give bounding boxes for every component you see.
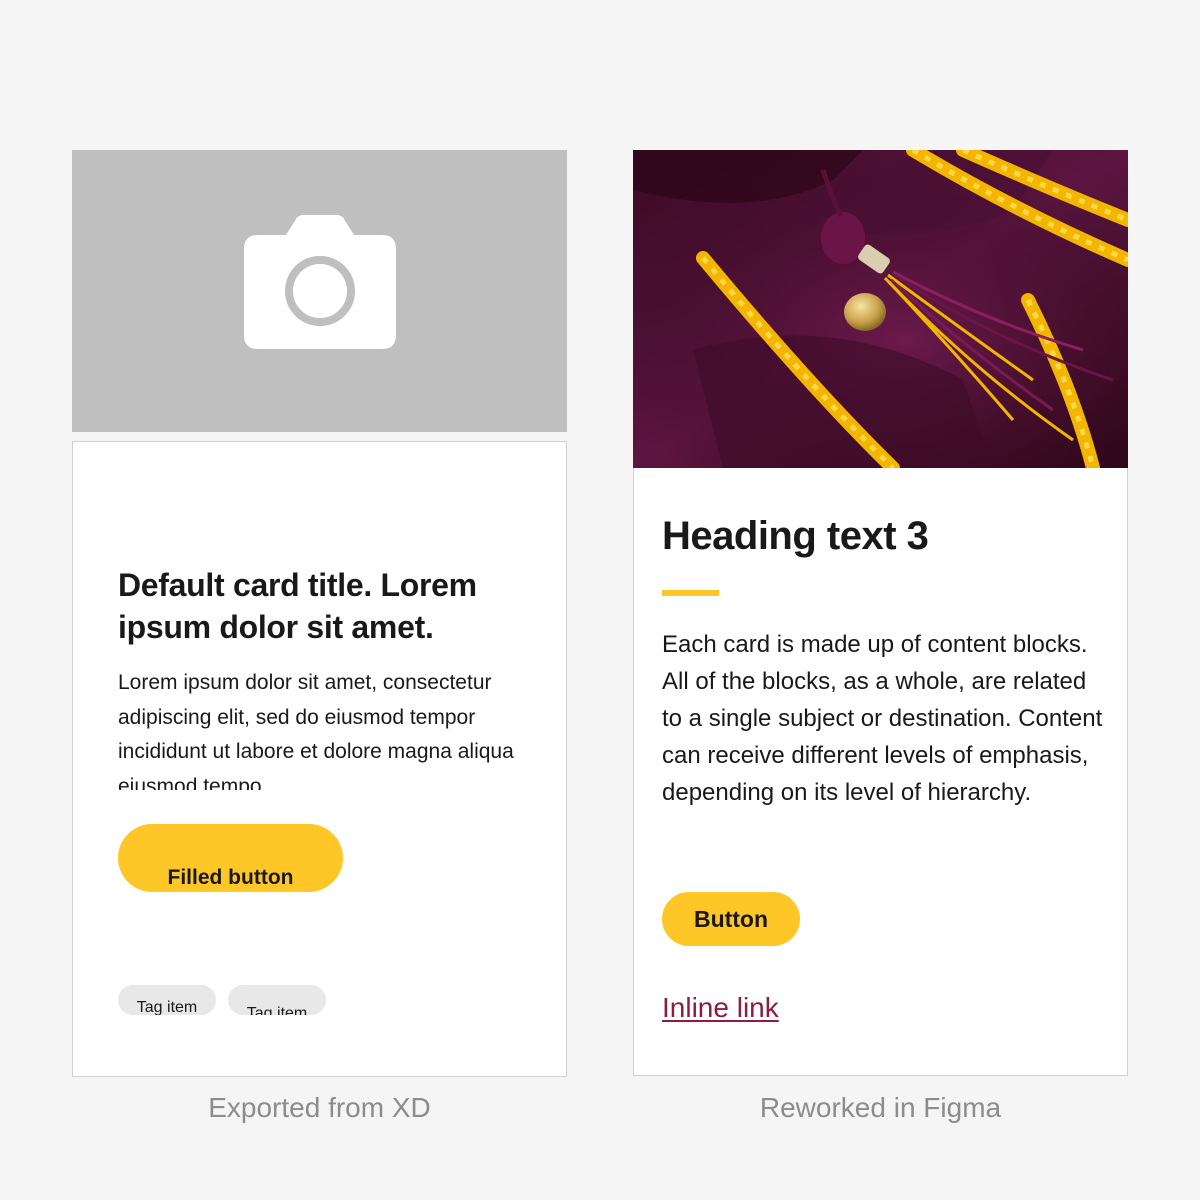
card-body-text: Lorem ipsum dolor sit amet, consectetur … <box>118 671 514 790</box>
primary-button[interactable]: Button <box>662 892 800 946</box>
graduation-tassel-image <box>633 150 1128 468</box>
card-title: Default card title. Lorem ipsum dolor si… <box>118 567 477 645</box>
card-image-placeholder <box>72 150 567 432</box>
default-card: Default card title. Lorem ipsum dolor si… <box>72 441 567 1077</box>
filled-button[interactable]: Filled button <box>118 824 343 892</box>
filled-button-label: Filled button <box>167 866 294 889</box>
reworked-card: Heading text 3 Each card is made up of c… <box>633 468 1128 1076</box>
card-body-text: Each card is made up of content blocks. … <box>662 631 1103 806</box>
inline-link[interactable]: Inline link <box>662 992 779 1024</box>
caption-reworked-in-figma: Reworked in Figma <box>759 1092 1002 1123</box>
card-heading: Heading text 3 <box>662 514 929 558</box>
card-image-graduation-tassel <box>633 150 1128 468</box>
tag-item[interactable]: Tag item <box>228 985 326 1015</box>
caption-exported-from-xd: Exported from XD <box>208 1092 431 1123</box>
camera-icon <box>244 215 396 349</box>
tag-item[interactable]: Tag item <box>118 985 216 1015</box>
heading-accent-bar <box>662 590 719 596</box>
